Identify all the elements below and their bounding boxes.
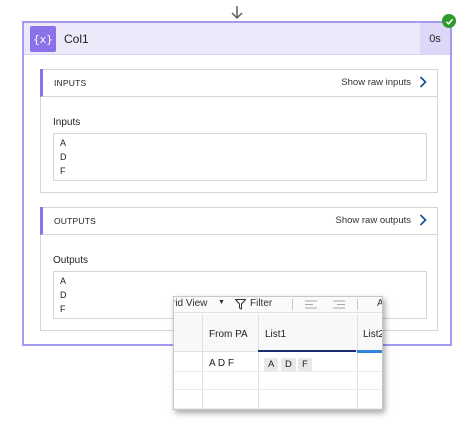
- expression-icon: {x}: [30, 26, 56, 52]
- list-grid-view: rid View ▼ Filter A From PA List1 List2 …: [173, 296, 383, 410]
- row-divider: [174, 408, 382, 409]
- outputs-field-label: Outputs: [53, 255, 89, 266]
- outputs-section-header: OUTPUTS Show raw outputs: [40, 207, 437, 235]
- column-selection-indicator: [357, 350, 382, 353]
- inputs-section: INPUTS Show raw inputs Inputs A D F: [40, 69, 438, 193]
- column-divider: [258, 314, 259, 409]
- action-duration: 0s: [420, 23, 450, 54]
- inputs-value: A: [60, 138, 67, 148]
- outputs-header: OUTPUTS: [54, 216, 97, 226]
- row-divider: [174, 371, 382, 372]
- inputs-value: F: [60, 166, 66, 176]
- list1-tag: F: [298, 358, 312, 371]
- filter-button[interactable]: Filter: [250, 298, 272, 309]
- toolbar-divider: [292, 299, 293, 310]
- inputs-section-header: INPUTS Show raw inputs: [40, 69, 437, 97]
- grid-toolbar: rid View ▼ Filter A: [174, 297, 382, 313]
- column-divider: [202, 314, 203, 409]
- inputs-value: D: [60, 152, 67, 162]
- column-header-from-pa[interactable]: From PA: [209, 329, 248, 340]
- toolbar-more-button[interactable]: A: [377, 298, 382, 309]
- cell-from-pa[interactable]: A D F: [209, 358, 234, 369]
- toolbar-divider: [357, 299, 358, 310]
- row-divider: [174, 389, 382, 390]
- grid-view-dropdown[interactable]: rid View: [174, 298, 207, 309]
- inputs-header: INPUTS: [54, 78, 87, 88]
- filter-icon[interactable]: [235, 299, 246, 310]
- column-header-list2[interactable]: List2: [363, 329, 382, 340]
- list1-tag: A: [264, 358, 279, 371]
- show-raw-outputs-link[interactable]: Show raw outputs: [335, 215, 411, 226]
- success-check-icon: [442, 14, 456, 28]
- inputs-field-label: Inputs: [53, 117, 81, 128]
- connector-arrow-icon: [229, 6, 245, 20]
- align-right-icon[interactable]: [333, 300, 345, 309]
- column-focus-indicator: [258, 350, 356, 352]
- action-card-header[interactable]: {x} Col1 0s: [24, 23, 450, 55]
- chevron-right-icon[interactable]: [419, 214, 427, 226]
- chevron-right-icon[interactable]: [419, 76, 427, 88]
- outputs-value: A: [60, 276, 67, 286]
- inputs-value-box: A D F: [53, 133, 427, 181]
- column-divider: [357, 314, 358, 409]
- show-raw-inputs-link[interactable]: Show raw inputs: [341, 77, 411, 88]
- align-left-icon[interactable]: [305, 300, 317, 309]
- column-header-list1[interactable]: List1: [265, 329, 286, 340]
- caret-down-icon[interactable]: ▼: [218, 299, 225, 306]
- action-title: Col1: [64, 32, 89, 46]
- list1-tag: D: [281, 358, 296, 371]
